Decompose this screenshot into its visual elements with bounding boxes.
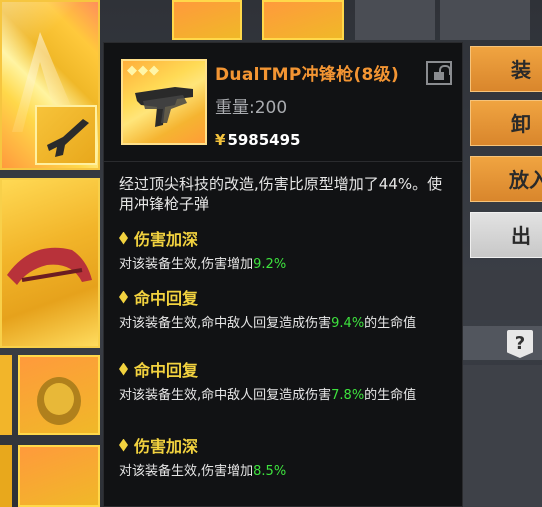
rarity-stars: ◆◆◆ [127,63,160,78]
affix-title: 命中回复 [119,357,449,381]
crossbow-icon [7,247,92,285]
inventory-slot-top-4[interactable] [440,0,530,40]
affix-4: 伤害加深 对该装备生效,伤害增加8.5% [119,433,449,482]
smg-icon [135,87,193,127]
affix-text: 对该装备生效,伤害增加8.5% [119,464,287,479]
inventory-slot-helmet[interactable] [18,355,100,435]
item-description: 经过顶尖科技的改造,伤害比原型增加了44%。使用冲锋枪子弹 [119,175,443,213]
rifle-icon [47,119,89,157]
helmet-icon [37,377,81,425]
inventory-slot-armor[interactable] [18,445,100,507]
affix-title: 伤害加深 [119,226,449,250]
currency-icon: ¥ [215,131,226,149]
item-tooltip: ◆◆◆ DualTMP冲锋枪(8级) 重量:200 ¥5985495 经过顶尖科… [103,42,463,507]
panel-area [462,270,542,320]
diamond-icon [119,438,128,452]
affix-title: 命中回复 [119,285,449,309]
price-value: 5985495 [227,131,301,149]
diamond-icon [119,231,128,245]
lock-icon[interactable] [426,61,452,85]
inventory-slot-gold-item-2[interactable] [0,178,100,348]
help-icon[interactable]: ? [507,330,533,358]
put-in-button[interactable]: 放入 [470,156,542,202]
inventory-slot-top-1[interactable] [172,0,242,40]
affix-title: 伤害加深 [119,433,449,457]
item-price: ¥5985495 [215,131,301,149]
inventory-slot-top-2[interactable] [262,0,344,40]
unequip-button[interactable]: 卸 [470,100,542,146]
sell-button[interactable]: 出 [470,212,542,258]
inventory-slot-edge-2[interactable] [0,445,12,507]
item-icon-frame: ◆◆◆ [121,59,207,145]
diamond-icon [119,290,128,304]
affix-1: 伤害加深 对该装备生效,伤害增加9.2% [119,226,449,275]
diamond-icon [119,362,128,376]
inventory-slot-rifle[interactable] [35,105,97,165]
inventory-slot-edge[interactable] [0,355,12,435]
divider [104,161,462,162]
equip-button[interactable]: 装 [470,46,542,92]
item-name: DualTMP冲锋枪(8级) [215,65,400,85]
affix-text: 对该装备生效,命中敌人回复造成伤害7.8%的生命值 [119,388,417,403]
affix-2: 命中回复 对该装备生效,命中敌人回复造成伤害9.4%的生命值 [119,285,449,334]
affix-text: 对该装备生效,伤害增加9.2% [119,257,287,272]
item-weight: 重量:200 [215,98,288,118]
affix-text: 对该装备生效,命中敌人回复造成伤害9.4%的生命值 [119,316,417,331]
inventory-slot-top-3[interactable] [355,0,435,40]
affix-3: 命中回复 对该装备生效,命中敌人回复造成伤害7.8%的生命值 [119,357,449,406]
panel-area-2 [462,365,542,507]
